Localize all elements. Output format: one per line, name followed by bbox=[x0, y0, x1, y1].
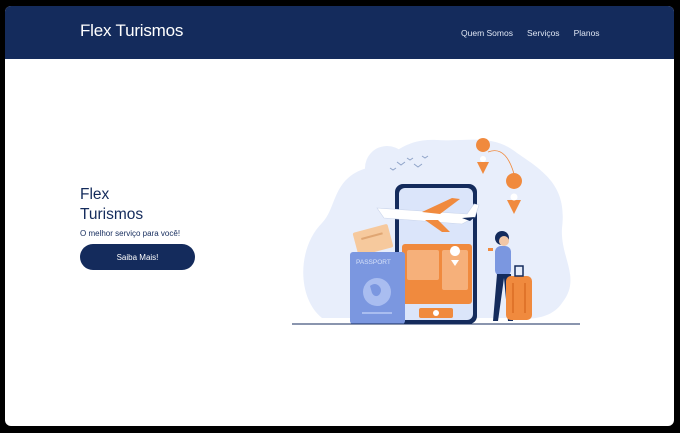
nav-link-servicos[interactable]: Serviços bbox=[527, 28, 560, 38]
brand-logo[interactable]: Flex Turismos bbox=[80, 21, 183, 41]
passport-label: PASSPORT bbox=[356, 259, 391, 266]
browser-window: Flex Turismos Quem Somos Serviços Planos… bbox=[5, 6, 674, 426]
nav-link-quem-somos[interactable]: Quem Somos bbox=[461, 28, 513, 38]
navbar: Flex Turismos Quem Somos Serviços Planos bbox=[5, 6, 674, 59]
hero-subtitle: O melhor serviço para você! bbox=[80, 229, 181, 238]
nav-links: Quem Somos Serviços Planos bbox=[461, 28, 614, 38]
saiba-mais-button[interactable]: Saiba Mais! bbox=[80, 244, 195, 270]
hero-title: Flex Turismos bbox=[80, 185, 200, 225]
hero-title-line-1: Flex bbox=[80, 186, 110, 203]
travel-illustration: PASSPORT bbox=[292, 138, 580, 325]
hero-title-line-2: Turismos bbox=[80, 206, 144, 223]
nav-link-planos[interactable]: Planos bbox=[574, 28, 600, 38]
background-circle bbox=[365, 146, 409, 190]
